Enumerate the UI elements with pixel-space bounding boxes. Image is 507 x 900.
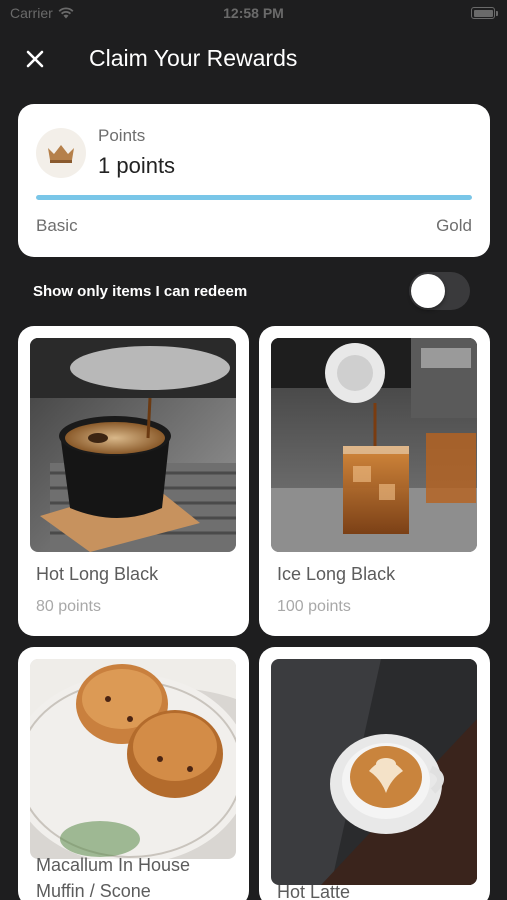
reward-name: Ice Long Black [277,564,396,584]
redeemable-filter-label: Show only items I can redeem [33,283,248,300]
reward-image-hot-long-black [30,338,236,552]
toggle-knob [411,274,445,308]
reward-card-hot-latte[interactable]: Hot Latte [259,647,490,900]
tier-progress-fill [36,195,472,200]
page-title: Claim Your Rewards [89,45,298,71]
tier-end-label: Gold [436,216,472,235]
tier-progress-bar [36,195,472,200]
reward-image-muffin-scone [30,659,236,859]
status-time: 12:58 PM [223,5,284,21]
reward-image-ice-long-black [271,338,477,552]
close-button[interactable] [20,44,50,74]
status-bar: Carrier 12:58 PM [0,0,507,28]
reward-points: 80 points [36,598,101,615]
redeemable-filter-toggle[interactable] [409,272,470,310]
reward-name: Hot Long Black [36,564,159,584]
crown-icon [48,145,74,163]
reward-image-hot-latte [271,659,477,885]
reward-card-muffin-scone[interactable]: Macallum In House Muffin / Scone [18,647,249,900]
points-card: Points 1 points Basic Gold [18,104,490,257]
battery-tip [496,11,498,16]
crown-badge [36,128,86,178]
reward-name: Hot Latte [277,882,351,900]
reward-card-ice-long-black[interactable]: Ice Long Black 100 points [259,326,490,636]
reward-card-hot-long-black[interactable]: Hot Long Black 80 points [18,326,249,636]
points-value: 1 points [98,153,176,178]
points-label: Points [98,126,146,145]
reward-name: Macallum In House Muffin / Scone [36,855,191,900]
close-icon [26,50,44,68]
battery-icon [471,7,495,19]
reward-points: 100 points [277,598,351,615]
tier-start-label: Basic [36,216,78,235]
